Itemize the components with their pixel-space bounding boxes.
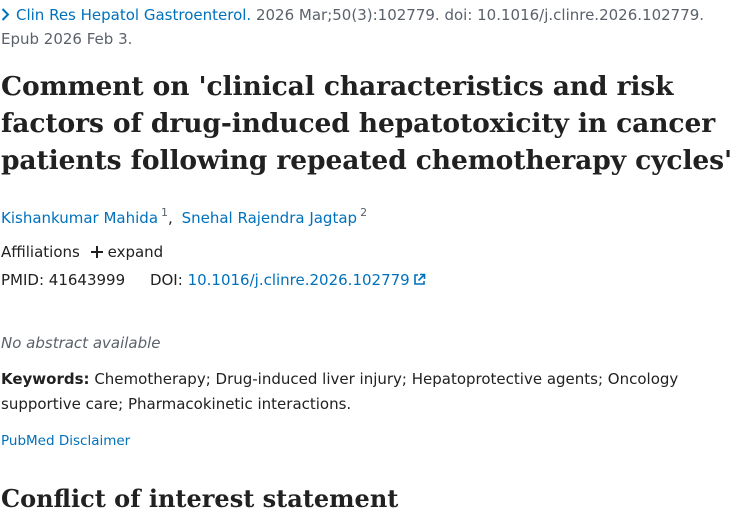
identifiers-row: PMID: 41643999 DOI: 10.1016/j.clinre.202… — [1, 268, 426, 293]
citation-details: 2026 Mar;50(3):102779. doi: 10.1016/j.cl… — [255, 6, 705, 24]
epub-date: Epub 2026 Feb 3. — [1, 30, 133, 48]
keywords-label: Keywords: — [1, 370, 90, 388]
journal-link[interactable]: Clin Res Hepatol Gastroenterol. — [16, 6, 251, 24]
keywords-section: Keywords: Chemotherapy; Drug-induced liv… — [1, 367, 747, 417]
affiliations-label: Affiliations — [1, 243, 80, 261]
conflict-of-interest-heading: Conflict of interest statement — [1, 484, 399, 513]
external-link-icon — [413, 269, 426, 293]
author-list: Kishankumar Mahida 1, Snehal Rajendra Jag… — [1, 201, 367, 230]
author-link[interactable]: Kishankumar Mahida — [1, 209, 158, 227]
doi-link[interactable]: 10.1016/j.clinre.2026.102779 — [188, 271, 426, 289]
article-page: Clin Res Hepatol Gastroenterol. 2026 Mar… — [0, 0, 750, 513]
affiliations-expand-button[interactable]: expand — [90, 243, 164, 261]
article-title: Comment on 'clinical characteristics and… — [1, 71, 733, 176]
doi-label: DOI: — [149, 271, 183, 289]
pubmed-disclaimer-link[interactable]: PubMed Disclaimer — [1, 430, 130, 452]
chevron-right-icon[interactable] — [1, 3, 10, 27]
affiliation-ref[interactable]: 1 — [161, 206, 168, 219]
author-separator: , — [168, 209, 173, 227]
pmid-label: PMID: — [1, 271, 45, 289]
no-abstract-note: No abstract available — [1, 334, 161, 352]
keywords-text: Chemotherapy; Drug-induced liver injury;… — [1, 370, 679, 413]
citation-block: Clin Res Hepatol Gastroenterol. 2026 Mar… — [1, 3, 741, 51]
affiliations-row: Affiliations expand — [1, 240, 163, 264]
author-link[interactable]: Snehal Rajendra Jagtap — [182, 209, 357, 227]
expand-label: expand — [107, 243, 164, 261]
doi-value: 10.1016/j.clinre.2026.102779 — [187, 271, 410, 289]
plus-icon — [90, 246, 103, 258]
affiliation-ref[interactable]: 2 — [360, 206, 367, 219]
pmid-value: 41643999 — [48, 271, 126, 289]
